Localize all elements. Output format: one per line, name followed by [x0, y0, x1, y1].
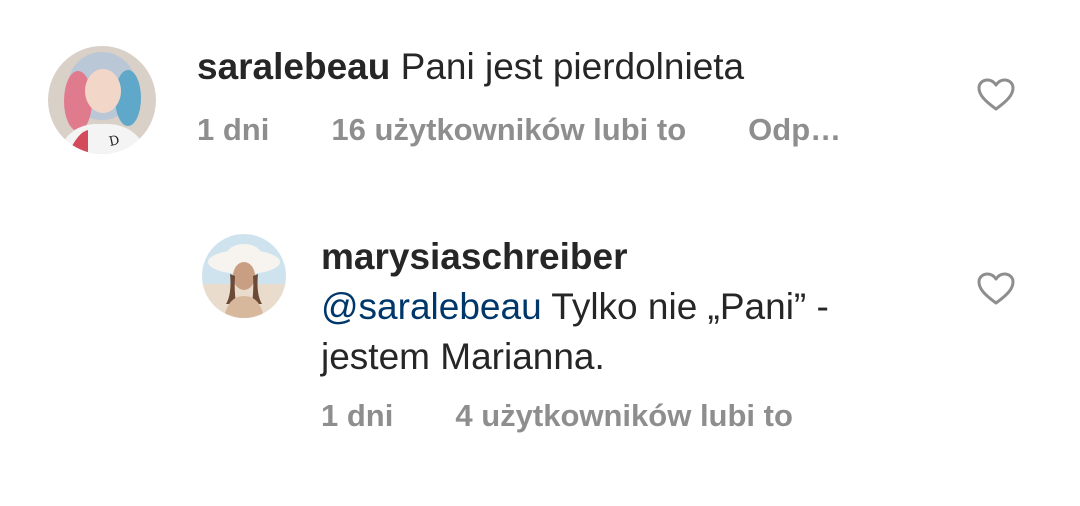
- comment-meta: 1 dni 4 użytkowników lubi to: [321, 398, 793, 434]
- comment-meta: 1 dni 16 użytkowników lubi to Odp…: [197, 112, 841, 148]
- heart-outline-icon[interactable]: [977, 272, 1015, 306]
- comment-text: marysiaschreiber @saralebeau Tylko nie „…: [321, 232, 941, 382]
- avatar[interactable]: [202, 234, 286, 318]
- comment-likes[interactable]: 16 użytkowników lubi to: [331, 112, 686, 148]
- reply-comment: marysiaschreiber @saralebeau Tylko nie „…: [0, 190, 1080, 506]
- comment-time: 1 dni: [197, 112, 270, 147]
- comment-body-continued: jestem Marianna.: [321, 336, 605, 377]
- comment-username[interactable]: marysiaschreiber: [321, 236, 627, 277]
- reply-button[interactable]: Odp…: [748, 112, 841, 148]
- avatar[interactable]: D: [48, 46, 156, 154]
- comment-time: 1 dni: [321, 398, 394, 433]
- avatar-image: [202, 234, 286, 318]
- mention-link[interactable]: @saralebeau: [321, 286, 542, 327]
- comment-likes[interactable]: 4 użytkowników lubi to: [455, 398, 793, 434]
- comment-body: Tylko nie „Pani” -: [541, 286, 829, 327]
- heart-outline-icon[interactable]: [977, 78, 1015, 112]
- avatar-image: D: [48, 46, 156, 154]
- comment-body: Pani jest pierdolnieta: [400, 46, 745, 87]
- comment-username[interactable]: saralebeau: [197, 46, 390, 87]
- comment-text: saralebeau Pani jest pierdolnieta: [197, 42, 744, 92]
- comment: D saralebeau Pani jest pierdolnieta 1 dn…: [0, 0, 1080, 190]
